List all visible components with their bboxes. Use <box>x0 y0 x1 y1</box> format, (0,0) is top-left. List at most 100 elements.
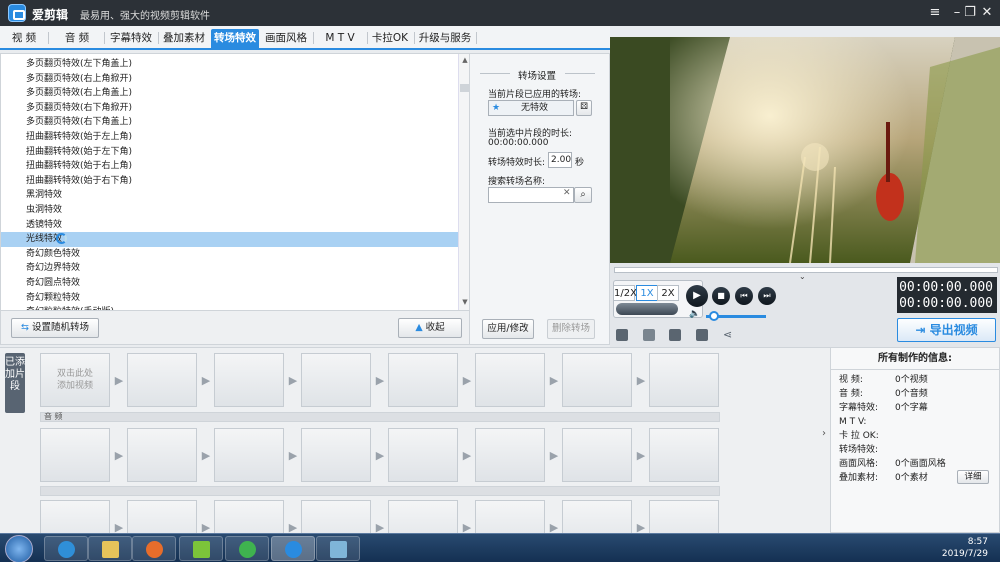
transition-item[interactable]: 奇幻圆点特效 <box>1 276 458 291</box>
tab-subtitle-effects[interactable]: 字幕特效 <box>107 29 155 48</box>
export-video-button[interactable]: ⇥ 导出视频 <box>897 318 996 342</box>
transition-item[interactable]: 多页翻页特效(右上角盖上) <box>1 86 458 101</box>
video-clip-slot[interactable] <box>127 353 197 407</box>
scroll-up-icon[interactable]: ▲ <box>460 56 469 66</box>
effect-duration-input[interactable]: 2.00 <box>548 152 572 168</box>
share-icon[interactable]: ⋖ <box>723 329 735 341</box>
taskbar-media-icon[interactable] <box>44 536 88 561</box>
delete-transition-button[interactable]: 删除转场 <box>547 319 595 339</box>
volume-knob[interactable] <box>709 311 719 321</box>
taskbar-firefox-icon[interactable] <box>132 536 176 561</box>
frame-step-slider[interactable] <box>616 303 678 315</box>
transition-arrow-icon: ▶ <box>636 449 646 462</box>
tab-picture-style[interactable]: 画面风格 <box>262 29 310 48</box>
app-window: 爱剪辑 最易用、强大的视频剪辑软件 ≡ – ❐ ✕ 视 频 音 频 字幕特效 叠… <box>0 0 1000 562</box>
tab-audio[interactable]: 音 频 <box>55 29 99 48</box>
search-input[interactable] <box>488 187 574 203</box>
save-icon[interactable] <box>669 329 681 341</box>
detail-button[interactable]: 详细 <box>957 470 989 484</box>
stop-button[interactable]: ■ <box>712 287 730 305</box>
audio-clip-slot[interactable] <box>388 428 458 482</box>
transition-item[interactable]: 扭曲翻转特效(始于右下角) <box>1 174 458 189</box>
transition-item[interactable]: 虫洞特效 <box>1 203 458 218</box>
effect-duration-label: 转场特效时长: <box>488 158 546 168</box>
play-button[interactable]: ▶ <box>686 285 708 307</box>
tab-transitions[interactable]: 转场特效 <box>211 29 259 48</box>
tab-karaoke[interactable]: 卡拉OK <box>369 29 411 48</box>
video-clip-slot[interactable] <box>214 353 284 407</box>
tab-upgrade[interactable]: 升级与服务 <box>417 29 473 48</box>
audio-clip-slot[interactable] <box>40 428 110 482</box>
dice-icon[interactable]: ⚄ <box>576 100 592 116</box>
transition-item[interactable]: 多页翻页特效(左下角盖上) <box>1 57 458 72</box>
taskbar-player-icon[interactable] <box>179 536 223 561</box>
transition-item[interactable]: 光线特效 <box>1 232 458 247</box>
clock-date: 2019/7/29 <box>941 549 988 559</box>
start-button[interactable] <box>5 535 33 562</box>
speed-1x-button[interactable]: 1X <box>636 285 658 301</box>
speed-half-button[interactable]: 1/2X <box>613 285 637 301</box>
info-row: 画面风格: 0个画面风格 <box>839 458 946 470</box>
transition-item[interactable]: 黑洞特效 <box>1 188 458 203</box>
video-clip-slot[interactable] <box>649 353 719 407</box>
list-scrollbar[interactable]: ▲ ▼ <box>458 54 469 310</box>
transition-item[interactable]: 奇幻颗粒特效 <box>1 291 458 306</box>
info-key: 叠加素材: <box>839 473 879 483</box>
transition-item[interactable]: 多页翻页特效(右上角掀开) <box>1 72 458 87</box>
apply-button[interactable]: 应用/修改 <box>482 319 534 339</box>
chevron-right-icon[interactable]: › <box>822 428 826 439</box>
transition-item[interactable]: 多页翻页特效(右下角掀开) <box>1 101 458 116</box>
close-button[interactable]: ✕ <box>976 4 998 22</box>
audio-clip-slot[interactable] <box>127 428 197 482</box>
transition-item[interactable]: 扭曲翻转特效(始于左上角) <box>1 130 458 145</box>
volume-icon[interactable]: 🔈 <box>689 309 700 319</box>
random-transition-button[interactable]: ⇆ 设置随机转场 <box>11 318 99 338</box>
help-icon[interactable] <box>696 329 708 341</box>
menu-icon[interactable]: ≡ <box>924 4 946 22</box>
system-clock[interactable]: 8:57 2019/7/29 <box>942 536 988 560</box>
video-clip-slot[interactable] <box>301 353 371 407</box>
transition-item[interactable]: 透镜特效 <box>1 218 458 233</box>
taskbar-sync-icon[interactable] <box>225 536 269 561</box>
taskbar-app-icon[interactable] <box>316 536 360 561</box>
video-clip-slot[interactable]: 双击此处添加视频 <box>40 353 110 407</box>
transition-settings-panel: 转场设置 当前片段已应用的转场: ★ 无特效 ⚄ 当前选中片段的时长: 00:0… <box>470 53 610 345</box>
new-project-icon[interactable] <box>616 329 628 341</box>
info-key: 音 频: <box>839 389 863 399</box>
added-clips-tab[interactable]: 已添加片段 <box>5 353 25 413</box>
transition-list: 多页翻页特效(左下角盖上) 多页翻页特效(右上角掀开) 多页翻页特效(右上角盖上) 多… <box>0 53 470 311</box>
scroll-down-icon[interactable]: ▼ <box>460 298 469 308</box>
transition-item[interactable]: 奇幻边界特效 <box>1 261 458 276</box>
tab-overlay[interactable]: 叠加素材 <box>160 29 208 48</box>
collapse-button[interactable]: ▲ 收起 <box>398 318 462 338</box>
scroll-thumb[interactable] <box>460 84 469 92</box>
search-icon[interactable]: ⌕ <box>574 187 592 203</box>
transition-item[interactable]: 扭曲翻转特效(始于右上角) <box>1 159 458 174</box>
transition-item[interactable]: 奇幻颜色特效 <box>1 247 458 262</box>
clock-time: 8:57 <box>967 537 988 547</box>
clear-icon[interactable]: ✕ <box>563 188 571 198</box>
video-clip-slot[interactable] <box>475 353 545 407</box>
taskbar-aijianji-icon[interactable] <box>271 536 315 561</box>
video-clip-slot[interactable] <box>562 353 632 407</box>
transition-item[interactable]: 多页翻页特效(右下角盖上) <box>1 115 458 130</box>
prev-button[interactable]: ⏮ <box>735 287 753 305</box>
audio-clip-slot[interactable] <box>475 428 545 482</box>
audio-clip-slot[interactable] <box>562 428 632 482</box>
open-folder-icon[interactable] <box>643 329 655 341</box>
progress-track[interactable] <box>614 267 998 273</box>
tab-video[interactable]: 视 频 <box>5 29 43 48</box>
next-button[interactable]: ⏭ <box>758 287 776 305</box>
audio-clip-slot[interactable] <box>214 428 284 482</box>
info-key: M T V: <box>839 417 867 427</box>
taskbar-explorer-icon[interactable] <box>88 536 132 561</box>
audio-clip-slot[interactable] <box>649 428 719 482</box>
speed-2x-button[interactable]: 2X <box>657 285 679 301</box>
chevron-down-icon[interactable]: ⌄ <box>799 272 806 281</box>
transition-arrow-icon: ▶ <box>462 374 472 387</box>
video-clip-slot[interactable] <box>388 353 458 407</box>
tab-mtv[interactable]: M T V <box>316 29 364 48</box>
transition-item[interactable]: 扭曲翻转特效(始于左下角) <box>1 145 458 160</box>
info-value: 0个字幕 <box>895 403 928 413</box>
audio-clip-slot[interactable] <box>301 428 371 482</box>
